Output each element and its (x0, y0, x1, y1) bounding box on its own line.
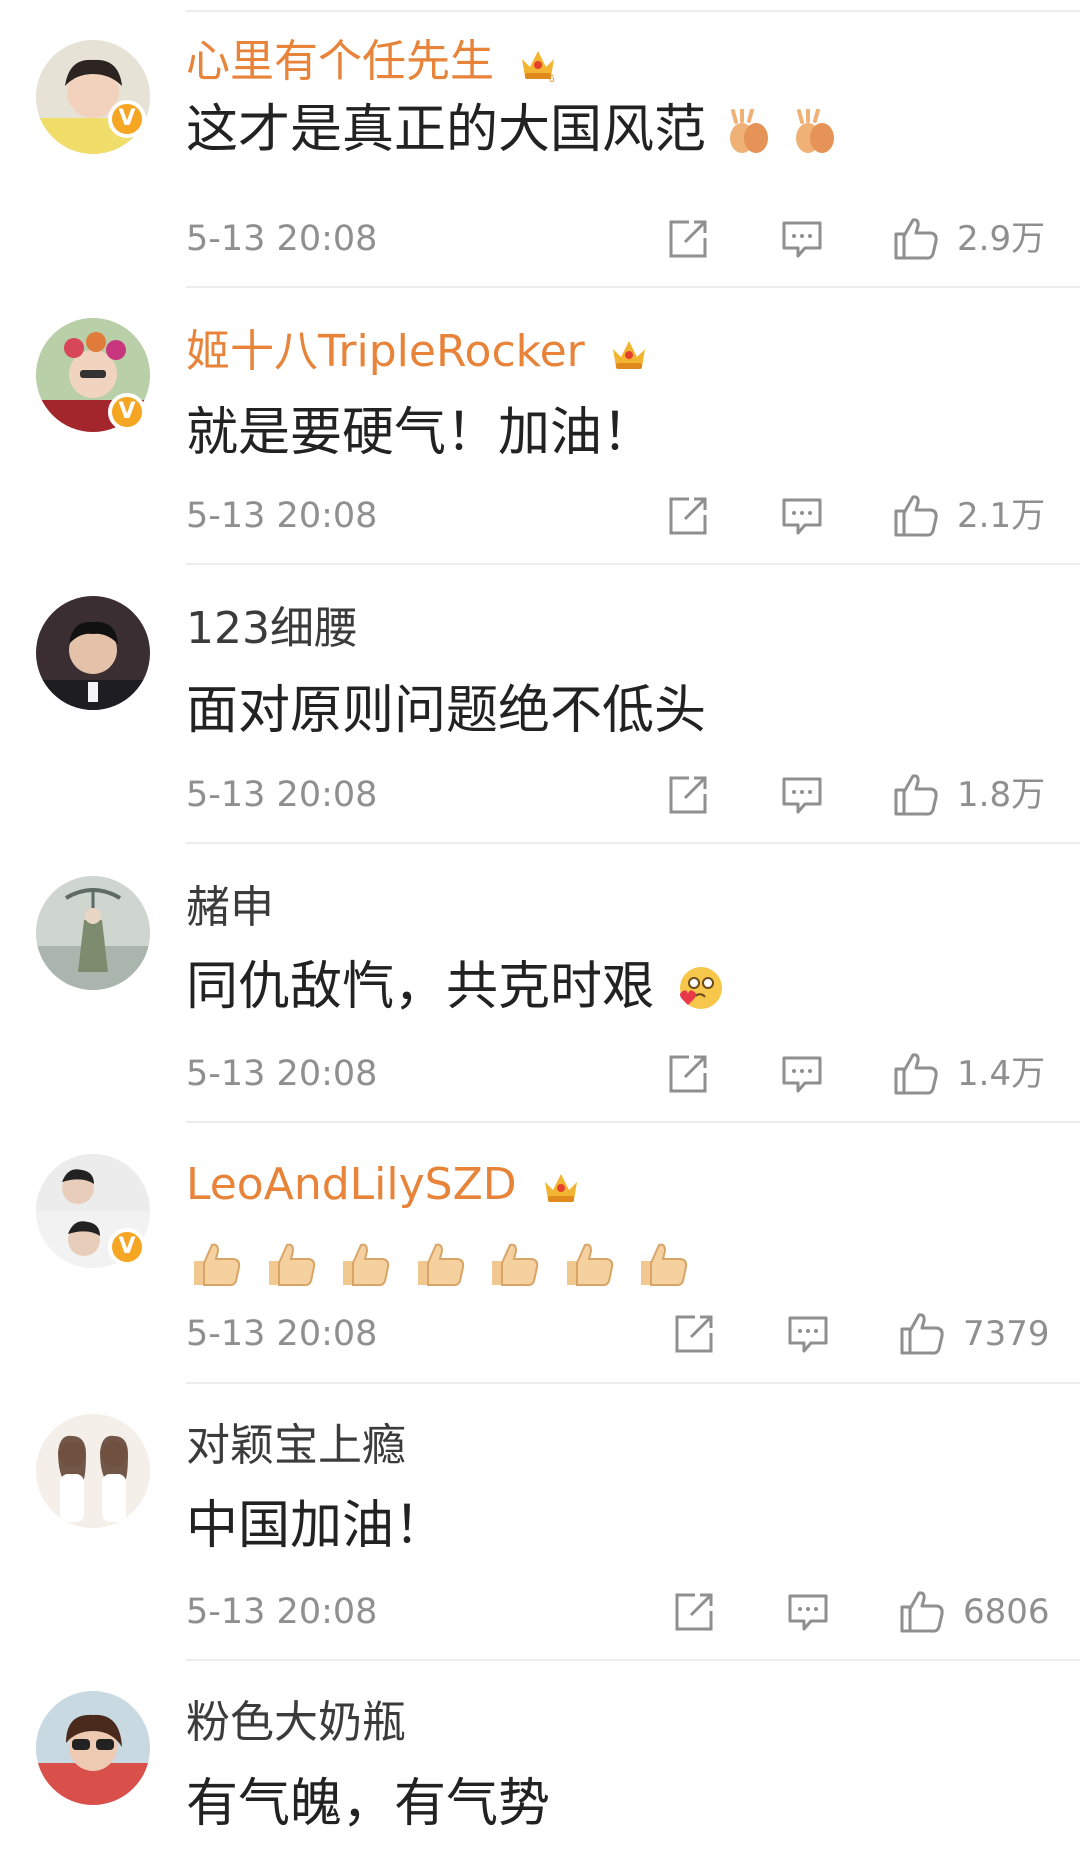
divider (186, 842, 1080, 844)
comment-text: 就是要硬气！加油！ (186, 403, 655, 463)
verified-v-icon: V (108, 1228, 146, 1266)
comment-icon[interactable] (781, 497, 823, 537)
comment-icon[interactable] (781, 1055, 823, 1095)
like-count: 2.1万 (957, 496, 1046, 536)
thumbs-up-emoji (268, 1243, 315, 1287)
share-icon[interactable] (667, 218, 709, 260)
share-icon[interactable] (667, 774, 709, 816)
comment-text: 中国加油！ (186, 1496, 447, 1556)
username[interactable]: LeoAndLilySZD (186, 1159, 581, 1211)
username-text[interactable]: 粉色大奶瓶 (186, 1697, 406, 1748)
like-count: 6806 (963, 1592, 1050, 1632)
divider (186, 1382, 1080, 1384)
verified-v-icon: V (108, 100, 146, 138)
divider (186, 1121, 1080, 1123)
username[interactable]: 心里有个任先生 6 (186, 36, 558, 88)
divider (186, 563, 1080, 565)
comment-text: 有气魄，有气势 (186, 1774, 551, 1834)
clapping-hands-emoji (796, 109, 835, 153)
comment-icon[interactable] (781, 776, 823, 816)
avatar[interactable] (36, 1414, 150, 1528)
avatar[interactable] (36, 596, 150, 710)
username-text[interactable]: 姬十八TripleRocker (186, 326, 585, 377)
vip-crown-icon: 6 (522, 51, 555, 83)
share-icon[interactable] (667, 495, 709, 537)
timestamp: 5-13 20:08 (186, 775, 378, 815)
share-icon[interactable] (667, 1053, 709, 1095)
divider (186, 1659, 1080, 1661)
vip-crown-icon (544, 1174, 577, 1202)
like-count: 1.4万 (957, 1054, 1046, 1094)
thumbs-up-icon[interactable] (898, 1309, 946, 1357)
svg-text:6: 6 (549, 74, 555, 83)
username-text[interactable]: 赭申 (186, 882, 274, 933)
thumbs-up-emoji (343, 1243, 390, 1287)
username-text[interactable]: 对颖宝上瘾 (186, 1420, 406, 1471)
comment-text-content: 同仇敌忾，共克时艰 (186, 957, 655, 1017)
divider (186, 10, 1080, 12)
share-icon[interactable] (673, 1591, 715, 1633)
comment-text: 同仇敌忾，共克时艰 (186, 956, 725, 1018)
comment-feed: V 心里有个任先生 6 这才是真正的大国风范 5-13 20:08 2.9万 V… (0, 0, 1080, 1861)
verified-v-icon: V (108, 393, 146, 431)
share-icon[interactable] (673, 1313, 715, 1355)
like-count: 2.9万 (957, 219, 1046, 259)
vip-crown-icon (612, 341, 645, 369)
username-text[interactable]: 123细腰 (186, 603, 358, 654)
username[interactable]: 对颖宝上瘾 (186, 1420, 406, 1472)
comment-text: 这才是真正的大国风范 (186, 99, 839, 161)
like-count: 7379 (963, 1314, 1050, 1354)
avatar-portrait (36, 596, 150, 710)
blowing-kiss-emoji (679, 967, 722, 1009)
comment-text (186, 1230, 691, 1292)
thumbs-up-emoji (566, 1243, 613, 1287)
username[interactable]: 粉色大奶瓶 (186, 1697, 406, 1749)
username-text[interactable]: LeoAndLilySZD (186, 1159, 517, 1210)
timestamp: 5-13 20:08 (186, 1314, 378, 1354)
timestamp: 5-13 20:08 (186, 1054, 378, 1094)
avatar-portrait (36, 876, 150, 990)
divider (186, 286, 1080, 288)
username[interactable]: 姬十八TripleRocker (186, 326, 649, 378)
comment-text: 面对原则问题绝不低头 (186, 681, 707, 741)
thumbs-up-icon[interactable] (892, 214, 940, 262)
avatar-portrait (36, 1691, 150, 1805)
comment-text-content: 这才是真正的大国风范 (186, 100, 707, 160)
thumbs-up-emoji (194, 1243, 241, 1287)
timestamp: 5-13 20:08 (186, 496, 378, 536)
clapping-hands-emoji (729, 109, 768, 153)
thumbs-up-icon[interactable] (898, 1587, 946, 1635)
username[interactable]: 123细腰 (186, 603, 358, 655)
username[interactable]: 赭申 (186, 882, 274, 934)
avatar-portrait (36, 1414, 150, 1528)
avatar[interactable] (36, 1691, 150, 1805)
timestamp: 5-13 20:08 (186, 1592, 378, 1632)
avatar[interactable] (36, 876, 150, 990)
thumbs-up-emoji (492, 1243, 539, 1287)
like-count: 1.8万 (957, 775, 1046, 815)
thumbs-up-icon[interactable] (892, 770, 940, 818)
comment-icon[interactable] (781, 220, 823, 260)
timestamp: 5-13 20:08 (186, 219, 378, 259)
thumbs-up-emoji (417, 1243, 464, 1287)
thumbs-up-icon[interactable] (892, 491, 940, 539)
username-text[interactable]: 心里有个任先生 (186, 36, 494, 87)
thumbs-up-emoji (641, 1243, 688, 1287)
comment-icon[interactable] (787, 1315, 829, 1355)
comment-icon[interactable] (787, 1593, 829, 1633)
thumbs-up-icon[interactable] (892, 1049, 940, 1097)
